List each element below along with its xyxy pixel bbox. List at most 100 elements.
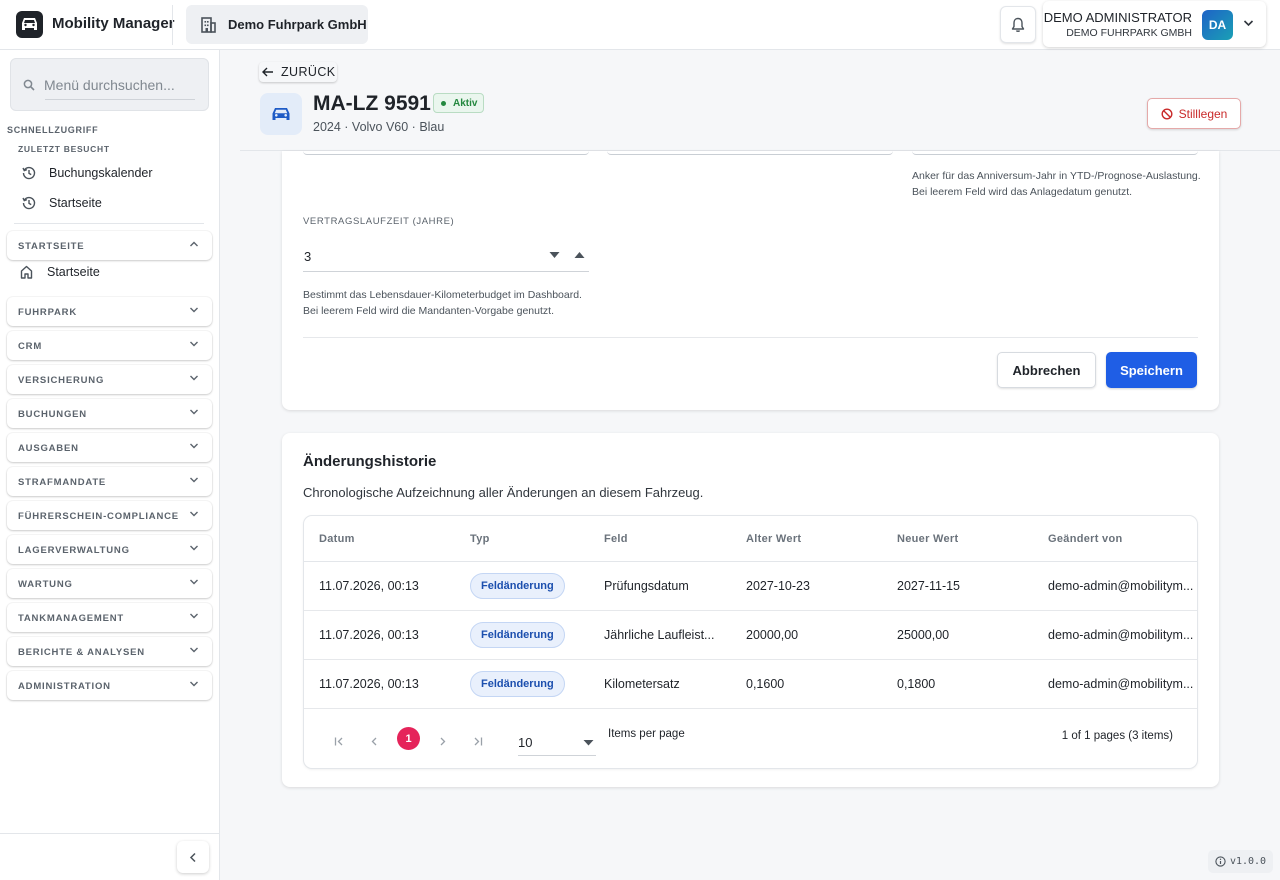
nav-group-label: BUCHUNGEN — [18, 409, 87, 420]
nav-group-label: BERICHTE & ANALYSEN — [18, 647, 145, 658]
nav-group-fuehrerschein-compliance[interactable]: FÜHRERSCHEIN-COMPLIANCE — [7, 501, 212, 530]
nav-group-fuhrpark[interactable]: FUHRPARK — [7, 297, 212, 326]
tenant-name: Demo Fuhrpark GmbH — [228, 17, 367, 32]
last-page-icon[interactable] — [468, 731, 488, 751]
table-row[interactable]: 11.07.2026, 00:13 Feldänderung Prüfungsd… — [304, 562, 1197, 611]
chevron-down-icon — [189, 340, 199, 348]
page-size-select[interactable]: 10 — [518, 726, 596, 756]
nav-group-startseite[interactable]: STARTSEITE — [7, 231, 212, 260]
collapse-sidebar-button[interactable] — [177, 841, 209, 873]
decommission-label: Stilllegen — [1178, 106, 1228, 121]
column-header[interactable]: Typ — [470, 516, 490, 561]
field-stub[interactable] — [912, 151, 1198, 155]
car-logo-icon[interactable] — [16, 11, 43, 38]
menu-search-input[interactable]: Menü durchsuchen... — [10, 58, 209, 111]
cell-new-value: 25000,00 — [897, 628, 950, 642]
vehicle-meta: 2024 · Volvo V60 · Blau — [313, 120, 445, 134]
table-row[interactable]: 11.07.2026, 00:13 Feldänderung Jährliche… — [304, 611, 1197, 660]
avatar: DA — [1202, 10, 1233, 40]
nav-group-versicherung[interactable]: VERSICHERUNG — [7, 365, 212, 394]
page-size-label: Items per page — [608, 728, 685, 740]
nav-group-lagerverwaltung[interactable]: LAGERVERWALTUNG — [7, 535, 212, 564]
nav-group-berichte-analysen[interactable]: BERICHTE & ANALYSEN — [7, 637, 212, 666]
nav-item-label: Startseite — [47, 265, 100, 279]
tenant-switcher[interactable]: Demo Fuhrpark GmbH — [186, 5, 368, 44]
cell-old-value: 2027-10-23 — [746, 579, 810, 593]
nav-group-crm[interactable]: CRM — [7, 331, 212, 360]
first-page-icon[interactable] — [329, 731, 349, 751]
prev-page-icon[interactable] — [364, 731, 384, 751]
section-subtitle: Chronologische Aufzeichnung aller Änderu… — [303, 485, 704, 500]
arrow-left-icon — [262, 67, 274, 77]
sidebar-footer-divider — [0, 833, 219, 834]
nav-group-administration[interactable]: ADMINISTRATION — [7, 671, 212, 700]
nav-group-buchungen[interactable]: BUCHUNGEN — [7, 399, 212, 428]
nav-group-label: VERSICHERUNG — [18, 375, 105, 386]
cell-type: Feldänderung — [470, 611, 565, 659]
chevron-down-icon — [189, 442, 199, 450]
nav-group-tankmanagement[interactable]: TANKMANAGEMENT — [7, 603, 212, 632]
recent-item-buchungskalender[interactable]: Buchungskalender — [22, 162, 153, 184]
search-underline — [45, 99, 195, 100]
next-page-icon[interactable] — [433, 731, 453, 751]
cell-type: Feldänderung — [470, 562, 565, 610]
status-dot — [441, 100, 446, 106]
table-row[interactable]: 11.07.2026, 00:13 Feldänderung Kilometer… — [304, 660, 1197, 709]
back-label: ZURÜCK — [281, 65, 336, 79]
page-size-value: 10 — [518, 735, 533, 750]
nav-group-ausgaben[interactable]: AUSGABEN — [7, 433, 212, 462]
cell-changed-by: demo-admin@mobilitym... — [1048, 579, 1194, 593]
chevron-down-icon — [189, 374, 199, 382]
triangle-down-icon — [583, 739, 594, 746]
column-header[interactable]: Datum — [319, 516, 355, 561]
home-icon — [20, 265, 33, 279]
nav-group-label: WARTUNG — [18, 579, 73, 590]
prohibited-icon — [1161, 107, 1173, 120]
cell-type: Feldänderung — [470, 660, 565, 708]
recent-item-label: Buchungskalender — [49, 166, 153, 180]
cell-date: 11.07.2026, 00:13 — [319, 579, 419, 593]
decommission-button[interactable]: Stilllegen — [1147, 98, 1241, 129]
decrement-triangle-icon[interactable] — [549, 251, 560, 259]
cell-date: 11.07.2026, 00:13 — [319, 677, 419, 691]
notifications-button[interactable] — [1000, 6, 1036, 43]
nav-item-startseite[interactable]: Startseite — [20, 265, 100, 279]
increment-triangle-icon[interactable] — [574, 251, 585, 259]
table-header: Datum Typ Feld Alter Wert Neuer Wert Geä… — [304, 516, 1197, 562]
contract-term-input[interactable]: 3 — [303, 239, 589, 272]
column-header[interactable]: Geändert von — [1048, 516, 1123, 561]
history-icon — [22, 166, 36, 180]
nav-group-wartung[interactable]: WARTUNG — [7, 569, 212, 598]
column-header[interactable]: Alter Wert — [746, 516, 801, 561]
column-header[interactable]: Neuer Wert — [897, 516, 958, 561]
field-stub[interactable] — [303, 151, 589, 155]
contract-term-value: 3 — [304, 249, 312, 264]
version-label: v1.0.0 — [1229, 856, 1267, 867]
cancel-button[interactable]: Abbrechen — [997, 352, 1096, 388]
anchor-date-help: Anker für das Anniversum-Jahr in YTD-/Pr… — [912, 170, 1201, 198]
page-1-button[interactable]: 1 — [397, 727, 420, 750]
back-button[interactable]: ZURÜCK — [259, 62, 338, 82]
chevron-down-icon — [189, 408, 199, 416]
top-bar: Mobility Manager Demo Fuhrpark GmbH DEMO… — [0, 0, 1280, 50]
help-line: Bestimmt das Lebensdauer-Kilometerbudget… — [303, 289, 582, 301]
user-menu[interactable]: DEMO ADMINISTRATOR DEMO FUHRPARK GMBH DA — [1043, 1, 1266, 47]
cell-date: 11.07.2026, 00:13 — [319, 628, 419, 642]
save-button[interactable]: Speichern — [1106, 352, 1197, 388]
nav-group-strafmandate[interactable]: STRAFMANDATE — [7, 467, 212, 496]
recent-item-startseite[interactable]: Startseite — [22, 192, 102, 214]
column-header[interactable]: Feld — [604, 516, 628, 561]
app-name: Mobility Manager — [52, 15, 175, 32]
contract-term-help: Bestimmt das Lebensdauer-Kilometerbudget… — [303, 287, 623, 319]
chevron-down-icon — [189, 476, 199, 484]
cell-changed-by: demo-admin@mobilitym... — [1048, 677, 1194, 691]
version-badge: v1.0.0 — [1208, 850, 1273, 873]
field-stub[interactable] — [607, 151, 893, 155]
chevron-up-icon — [189, 240, 199, 248]
status-label: Aktiv — [453, 97, 478, 109]
chevron-down-icon — [189, 306, 199, 314]
search-placeholder: Menü durchsuchen... — [44, 77, 175, 93]
nav-group-label: STARTSEITE — [18, 241, 85, 252]
search-icon — [23, 79, 35, 91]
nav-group-label: TANKMANAGEMENT — [18, 613, 125, 624]
